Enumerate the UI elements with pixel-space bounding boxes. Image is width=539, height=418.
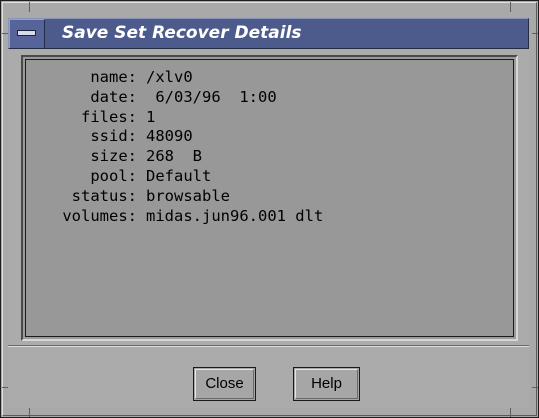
detail-value: 6/03/96 1:00 [146,87,277,106]
window-title: Save Set Recover Details [62,23,302,43]
detail-label: name: [90,68,137,86]
detail-value: Default [146,166,212,185]
close-button[interactable]: Close [193,367,256,401]
title-bar[interactable]: Save Set Recover Details [8,18,529,49]
detail-row-files: files: 1 [30,108,323,128]
resize-corner-right-bottom[interactable] [532,387,538,388]
detail-value: /xlv0 [146,68,193,86]
detail-row-size: size: 268 B [30,147,323,167]
dialog-body: name: /xlv0 date: 6/03/96 1:00 files: 1 ss… [8,49,529,408]
help-button[interactable]: Help [293,367,360,401]
detail-row-pool: pool: Default [30,167,323,187]
detail-value: browsable [146,186,230,205]
detail-label: volumes: [62,206,137,225]
detail-value: midas.jun96.001 dlt [146,206,324,225]
details-text-area[interactable]: name: /xlv0 date: 6/03/96 1:00 files: 1 ss… [25,59,514,337]
resize-corner-bottom-left[interactable] [29,408,30,417]
detail-row-ssid: ssid: 48090 [30,127,323,147]
detail-row-status: status: browsable [30,187,323,207]
window-menu-icon [17,30,36,36]
detail-label: size: [90,147,137,166]
detail-row-name: name: /xlv0 [30,68,323,88]
detail-label: files: [81,107,137,126]
resize-corner-right-top[interactable] [532,33,538,34]
button-area-divider [8,345,529,347]
detail-value: 1 [146,107,156,126]
detail-row-volumes: volumes: midas.jun96.001 dlt [30,207,323,227]
detail-value: 48090 [146,127,193,146]
window-menu-button[interactable] [9,19,45,48]
detail-label: pool: [90,166,137,185]
dialog-window: Save Set Recover Details name: /xlv0 date… [0,0,539,418]
resize-corner-bottom-right[interactable] [510,408,511,417]
resize-corner-top-right[interactable] [510,2,511,12]
help-button-label: Help [311,375,342,392]
close-button-label: Close [205,375,244,392]
resize-corner-top-left[interactable] [29,2,30,12]
detail-row-date: date: 6/03/96 1:00 [30,88,323,108]
details-list: name: /xlv0 date: 6/03/96 1:00 files: 1 ss… [30,68,323,226]
detail-label: ssid: [90,127,137,146]
detail-label: date: [90,87,137,106]
detail-label: status: [71,186,137,205]
detail-value: 268 B [146,147,202,166]
details-panel: name: /xlv0 date: 6/03/96 1:00 files: 1 ss… [21,55,518,341]
